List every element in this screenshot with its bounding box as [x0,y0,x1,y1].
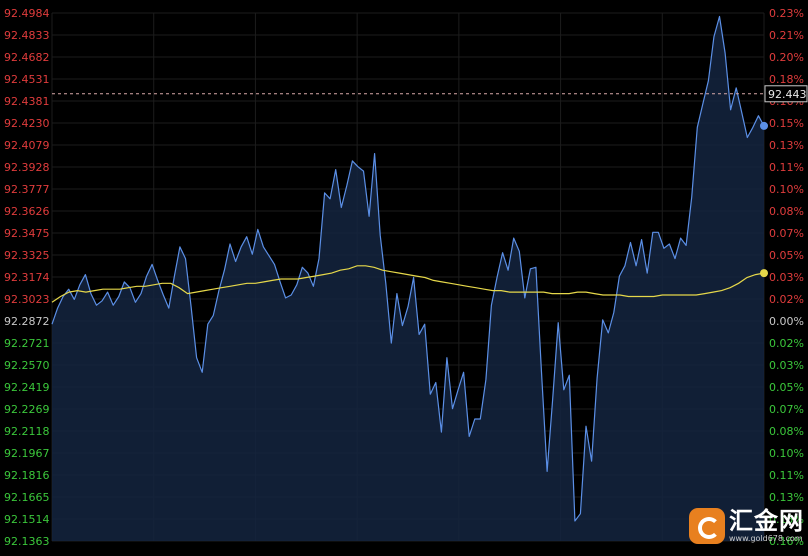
y-tick-label-left: 92.2872 [4,315,50,328]
watermark-text: 汇金网 www.gold678.com [729,509,804,543]
y-tick-label-left: 92.2570 [4,359,50,372]
y-tick-label-left: 92.2269 [4,403,50,416]
y-tick-label-right: 0.20% [769,51,804,64]
y-tick-label-right: 0.13% [769,491,804,504]
y-tick-label-right: 0.18% [769,73,804,86]
y-tick-label-left: 92.3777 [4,183,50,196]
y-tick-label-right: 0.10% [769,183,804,196]
y-tick-label-left: 92.3475 [4,227,50,240]
y-tick-label-right: 0.11% [769,469,804,482]
y-tick-label-left: 92.3626 [4,205,50,218]
y-tick-label-left: 92.3174 [4,271,50,284]
y-tick-label-left: 92.3325 [4,249,50,262]
y-tick-label-left: 92.4079 [4,139,50,152]
watermark-url: www.gold678.com [729,534,803,543]
y-tick-label-right: 0.00% [769,315,804,328]
price-end-dot [760,121,768,130]
y-tick-label-right: 0.03% [769,359,804,372]
y-tick-label-left: 92.1967 [4,447,50,460]
y-tick-label-right: 0.10% [769,447,804,460]
y-tick-label-right: 0.08% [769,425,804,438]
y-tick-label-right: 0.05% [769,381,804,394]
y-tick-label-left: 92.4682 [4,51,50,64]
y-tick-label-right: 0.07% [769,227,804,240]
y-tick-label-right: 0.03% [769,271,804,284]
y-tick-label-right: 0.11% [769,161,804,174]
watermark-title: 汇金网 [729,507,804,535]
y-tick-label-left: 92.1816 [4,469,50,482]
y-tick-label-left: 92.3928 [4,161,50,174]
y-tick-label-left: 92.4984 [4,7,50,20]
gold678-logo-icon [689,508,725,544]
y-tick-label-right: 0.21% [769,29,804,42]
y-tick-label-right: 0.07% [769,403,804,416]
y-tick-label-left: 92.1514 [4,513,50,526]
y-tick-label-left: 92.4531 [4,73,50,86]
y-tick-label-right: 0.02% [769,293,804,306]
y-tick-label-right: 0.02% [769,337,804,350]
y-tick-label-left: 92.2721 [4,337,50,350]
y-tick-label-right: 0.08% [769,205,804,218]
average-end-dot [760,269,768,278]
y-tick-label-left: 92.1363 [4,535,50,548]
y-tick-label-right: 0.15% [769,117,804,130]
chart-svg: 92.4984 0.23% 92.4833 0.21% 92.4682 0.20% 92.4… [4,7,808,548]
price-area-fill [52,16,764,541]
y-tick-label-left: 92.4833 [4,29,50,42]
watermark: 汇金网 www.gold678.com [689,508,804,544]
y-tick-label-right: 0.13% [769,139,804,152]
y-tick-label-left: 92.4381 [4,95,50,108]
y-tick-label-left: 92.2118 [4,425,50,438]
y-tick-label-right: 0.05% [769,249,804,262]
current-price-label: 92.443 [768,88,807,101]
y-tick-label-left: 92.3023 [4,293,50,306]
intraday-chart: 92.4984 0.23% 92.4833 0.21% 92.4682 0.20% 92.4… [0,0,808,552]
y-tick-label-left: 92.4230 [4,117,50,130]
y-tick-label-left: 92.1665 [4,491,50,504]
y-tick-label-left: 92.2419 [4,381,50,394]
y-tick-label-right: 0.23% [769,7,804,20]
